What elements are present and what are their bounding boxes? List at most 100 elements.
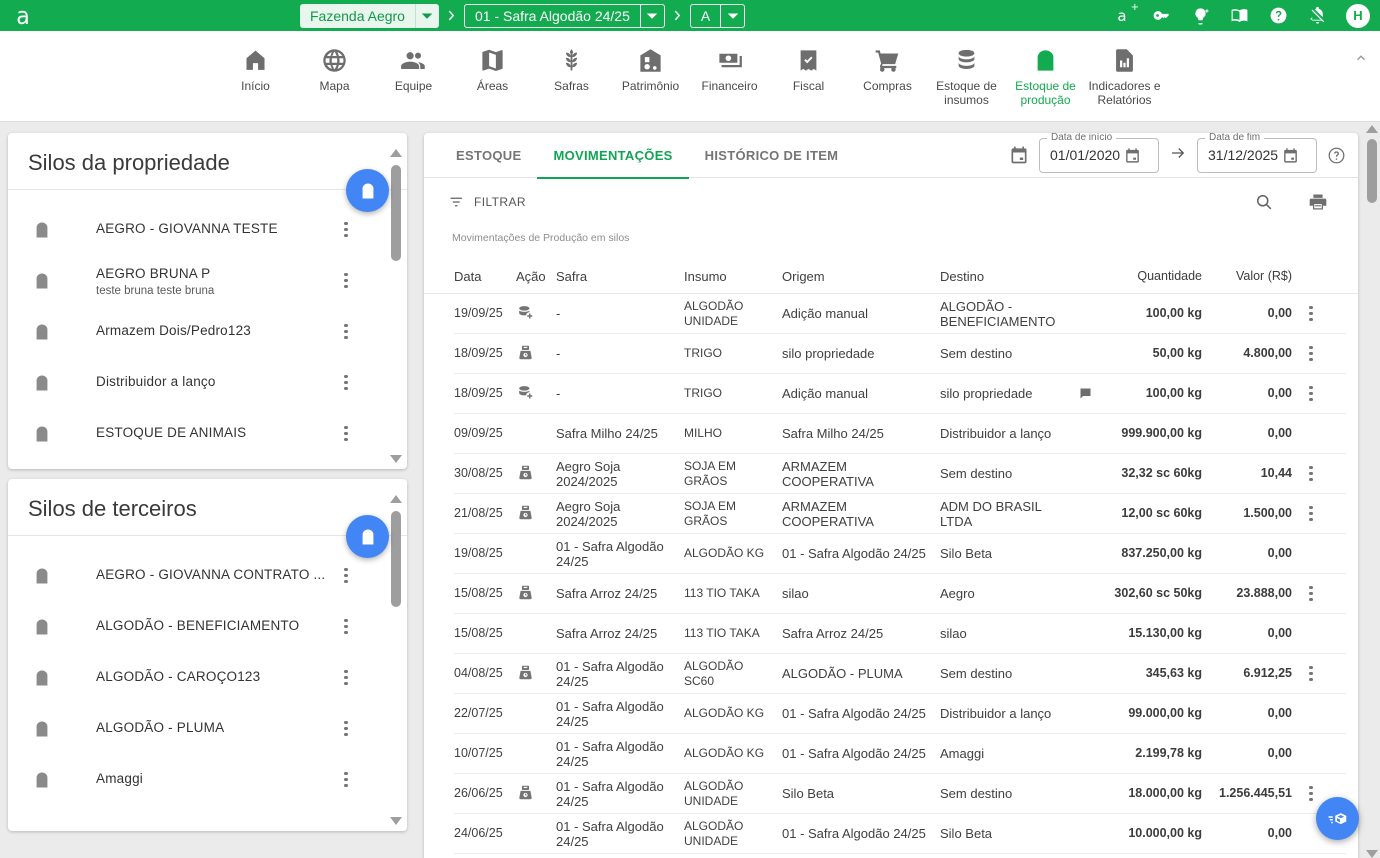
nav-item[interactable]: Estoque de insumos	[929, 45, 1004, 107]
add-property-silo-button[interactable]	[346, 169, 389, 212]
new-movement-button[interactable]	[1316, 797, 1359, 840]
collapse-nav-icon[interactable]	[1354, 51, 1368, 70]
tab[interactable]: HISTÓRICO DE ITEM	[689, 133, 855, 178]
help-icon[interactable]	[1327, 146, 1346, 165]
scroll-thumb[interactable]	[391, 511, 401, 607]
silo-list-item[interactable]: ALGODÃO - PLUMA	[8, 703, 407, 754]
search-icon[interactable]	[1254, 192, 1274, 212]
farm-selector[interactable]: Fazenda Aegro	[300, 4, 439, 28]
sidebar-scrollbar[interactable]	[390, 149, 402, 463]
scroll-thumb[interactable]	[391, 165, 401, 261]
nav-item[interactable]: Compras	[850, 45, 925, 93]
scroll-up-icon[interactable]	[390, 149, 402, 157]
row-menu-button[interactable]	[1302, 383, 1320, 405]
nav-item[interactable]: Safras	[534, 45, 609, 93]
tab[interactable]: ESTOQUE	[440, 133, 537, 178]
chevron-down-icon[interactable]	[640, 5, 664, 27]
row-menu-button[interactable]	[1302, 503, 1320, 525]
cell-valor: 0,00	[1212, 386, 1302, 401]
table-row[interactable]: 15/08/25 Safra Arroz 24/25 113 TIO TAKA …	[454, 614, 1346, 654]
chevron-down-icon[interactable]	[415, 4, 439, 28]
nav-item[interactable]: Fiscal	[771, 45, 846, 93]
table-row[interactable]: 26/06/25 01 - Safra Algodão 24/25 ALGODÃ…	[454, 774, 1346, 814]
date-start-input[interactable]	[1050, 147, 1124, 163]
field-selector[interactable]: A	[690, 4, 745, 28]
table-row[interactable]: 18/09/25 - TRIGO silo propriedade Sem de…	[454, 334, 1346, 374]
table-row[interactable]: 15/08/25 Safra Arroz 24/25 113 TIO TAKA …	[454, 574, 1346, 614]
table-row[interactable]: 19/08/25 01 - Safra Algodão 24/25 ALGODÃ…	[454, 534, 1346, 574]
row-menu-button[interactable]	[1302, 783, 1320, 805]
silo-list-item[interactable]: Amaggi	[8, 754, 407, 805]
table-row[interactable]: 10/07/25 01 - Safra Algodão 24/25 ALGODÃ…	[454, 734, 1346, 774]
table-row[interactable]: 24/06/25 01 - Safra Algodão 24/25 ALGODÃ…	[454, 814, 1346, 854]
harvest-selector[interactable]: 01 - Safra Algodão 24/25	[464, 4, 665, 28]
silo-menu-button[interactable]	[337, 769, 355, 791]
silo-menu-button[interactable]	[337, 372, 355, 394]
silo-menu-button[interactable]	[337, 667, 355, 689]
nav-item[interactable]: Indicadores e Relatórios	[1087, 45, 1162, 107]
aegro-logo[interactable]: a	[2, 2, 44, 30]
knowledge-book-icon[interactable]	[1229, 6, 1249, 26]
nav-item[interactable]: Áreas	[455, 45, 530, 93]
calendar-icon[interactable]	[1009, 145, 1029, 165]
nav-item[interactable]: Financeiro	[692, 45, 767, 93]
scroll-up-icon[interactable]	[1366, 125, 1378, 133]
silo-menu-button[interactable]	[337, 270, 355, 292]
nav-item[interactable]: Estoque de produção	[1008, 45, 1083, 107]
print-icon[interactable]	[1308, 192, 1328, 212]
silo-list-item[interactable]: Distribuidor a lanço	[8, 357, 407, 408]
help-icon[interactable]	[1268, 6, 1288, 26]
silo-list-item[interactable]: Armazem Dois/Pedro123	[8, 306, 407, 357]
scroll-down-icon[interactable]	[390, 455, 402, 463]
silo-list-item[interactable]: AEGRO BRUNA P teste bruna teste bruna	[8, 255, 407, 306]
nav-item[interactable]: Equipe	[376, 45, 451, 93]
silo-menu-button[interactable]	[337, 423, 355, 445]
row-menu-button[interactable]	[1302, 663, 1320, 685]
date-end-input[interactable]	[1208, 147, 1282, 163]
row-menu-button[interactable]	[1302, 583, 1320, 605]
scroll-down-icon[interactable]	[390, 817, 402, 825]
filter-button[interactable]: FILTRAR	[448, 193, 526, 211]
table-row[interactable]: 22/07/25 01 - Safra Algodão 24/25 ALGODÃ…	[454, 694, 1346, 734]
referral-icon[interactable]: a+	[1112, 6, 1132, 26]
table-row[interactable]: 09/09/25 Safra Milho 24/25 MILHO Safra M…	[454, 414, 1346, 454]
table-row[interactable]: 30/08/25 Aegro Soja 2024/2025 SOJA EM GR…	[454, 454, 1346, 494]
scroll-thumb[interactable]	[1367, 139, 1377, 203]
silo-list-item[interactable]: AEGRO - GIOVANNA CONTRATO ...	[8, 550, 407, 601]
row-menu-button[interactable]	[1302, 343, 1320, 365]
row-menu-button[interactable]	[1302, 303, 1320, 325]
sidebar-scrollbar[interactable]	[390, 495, 402, 825]
silo-menu-button[interactable]	[337, 718, 355, 740]
silo-menu-button[interactable]	[337, 616, 355, 638]
nav-item[interactable]: Mapa	[297, 45, 372, 93]
table-row[interactable]: 18/09/25 - TRIGO Adição manual silo prop…	[454, 374, 1346, 414]
nav-item[interactable]: Patrimônio	[613, 45, 688, 93]
table-row[interactable]: 21/08/25 Aegro Soja 2024/2025 SOJA EM GR…	[454, 494, 1346, 534]
tabs: ESTOQUE MOVIMENTAÇÕES HISTÓRICO DE ITEM	[440, 133, 854, 178]
page-scrollbar[interactable]	[1366, 125, 1378, 858]
tips-lightbulb-icon[interactable]	[1190, 6, 1210, 26]
silo-list-item[interactable]: ALGODÃO - CAROÇO123	[8, 652, 407, 703]
add-third-party-silo-button[interactable]	[346, 515, 389, 558]
key-icon[interactable]	[1151, 6, 1171, 26]
silo-list-item[interactable]: ESTOQUE DE ANIMAIS	[8, 408, 407, 459]
note-icon[interactable]	[1078, 386, 1108, 401]
scroll-up-icon[interactable]	[390, 495, 402, 503]
silo-menu-button[interactable]	[337, 219, 355, 241]
tab[interactable]: MOVIMENTAÇÕES	[537, 133, 688, 178]
date-start-field[interactable]: Data de início	[1039, 138, 1159, 173]
row-menu-button[interactable]	[1302, 463, 1320, 485]
nav-item[interactable]: Início	[218, 45, 293, 93]
table-row[interactable]: 04/08/25 01 - Safra Algodão 24/25 ALGODÃ…	[454, 654, 1346, 694]
notifications-off-icon[interactable]	[1307, 6, 1327, 26]
silo-icon	[32, 322, 52, 342]
scroll-down-icon[interactable]	[1366, 850, 1378, 858]
table-row[interactable]: 19/09/25 - ALGODÃO UNIDADE Adição manual…	[454, 294, 1346, 334]
user-avatar[interactable]: H	[1346, 4, 1370, 28]
silo-list-item[interactable]: ALGODÃO - BENEFICIAMENTO	[8, 601, 407, 652]
silo-list-item[interactable]: AEGRO - GIOVANNA TESTE	[8, 204, 407, 255]
chevron-down-icon[interactable]	[720, 5, 744, 27]
silo-menu-button[interactable]	[337, 565, 355, 587]
silo-menu-button[interactable]	[337, 321, 355, 343]
date-end-field[interactable]: Data de fim	[1197, 138, 1317, 173]
